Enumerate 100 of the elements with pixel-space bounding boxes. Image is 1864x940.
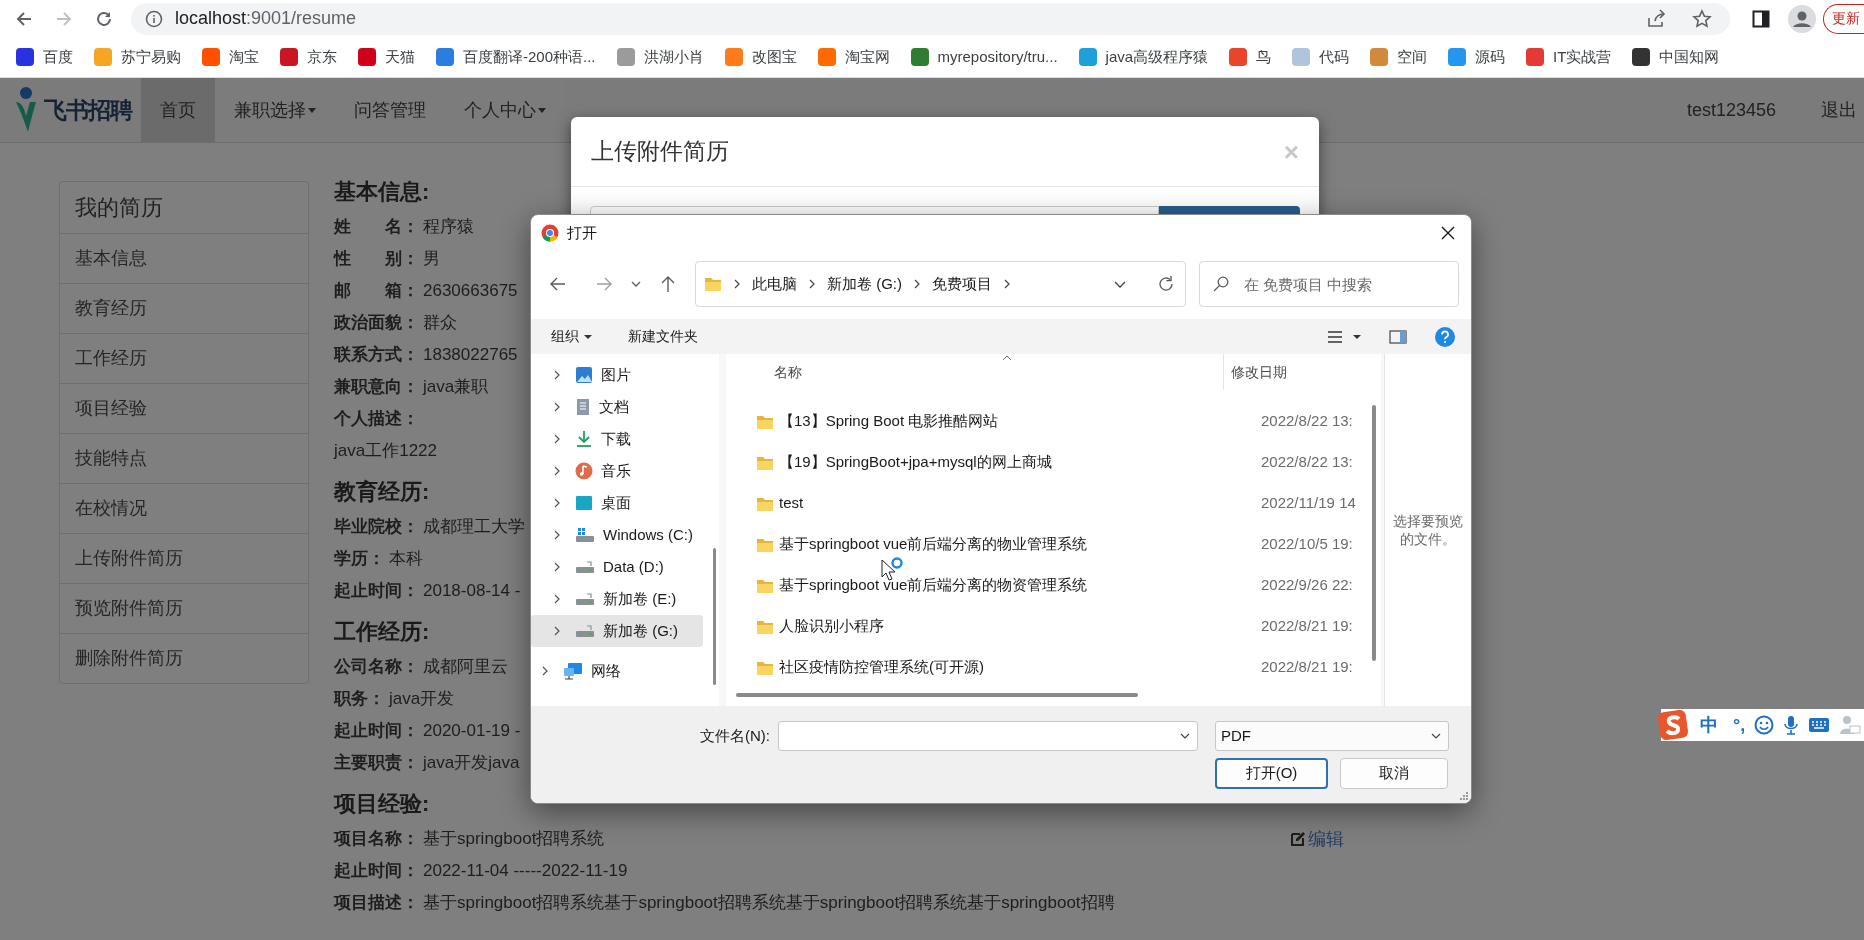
chevron-right-icon[interactable] (553, 498, 561, 508)
microphone-icon[interactable] (1783, 715, 1800, 735)
column-header[interactable]: 名称 (726, 361, 1223, 383)
logout-link[interactable]: 退出 (1821, 78, 1864, 142)
file-row[interactable]: test 2022/11/19 14 (726, 483, 1381, 524)
chevron-right-icon[interactable] (553, 402, 561, 412)
column-header[interactable]: 修改日期 (1223, 354, 1381, 390)
organize-button[interactable]: 组织 (551, 326, 592, 347)
bookmark[interactable]: 苏宁易购 (94, 45, 181, 69)
sidebar-item[interactable]: 上传附件简历 (60, 533, 308, 583)
breadcrumb[interactable]: 新加卷 (G:) (827, 272, 902, 296)
tree-item[interactable]: 下载 (531, 423, 703, 455)
file-name: test (779, 493, 805, 514)
file-row[interactable]: 基于springboot vue前后端分离的物业管理系统 2022/10/5 19: (726, 524, 1381, 565)
list-view-icon[interactable] (1327, 329, 1343, 344)
username-link[interactable]: test123456 (1686, 78, 1776, 142)
dialog-button[interactable]: 打开(O) (1215, 758, 1328, 789)
bookmark[interactable]: 鸟 (1229, 45, 1272, 69)
scrollbar-thumb[interactable] (1372, 405, 1376, 661)
resize-grip-icon[interactable] (1459, 791, 1469, 801)
sidebar-icon[interactable] (1752, 9, 1770, 28)
bookmark[interactable]: myrepository/tru... (910, 45, 1058, 69)
input-mode[interactable]: 中 (1700, 711, 1718, 739)
filename-field[interactable] (778, 721, 1198, 751)
sidebar-item[interactable]: 预览附件简历 (60, 583, 308, 633)
bookmark[interactable]: 改图宝 (724, 45, 797, 69)
file-row[interactable]: 【13】Spring Boot 电影推酷网站 2022/8/22 13: (726, 401, 1381, 442)
sidebar-item[interactable]: 在校情况 (60, 483, 308, 533)
drive-icon (575, 623, 595, 639)
tree-item[interactable]: 新加卷 (E:) (531, 583, 703, 615)
dialog-button[interactable]: 取消 (1340, 758, 1448, 789)
bookmark[interactable]: 淘宝 (202, 45, 259, 69)
tree-item[interactable]: 桌面 (531, 487, 703, 519)
bookmark[interactable]: 百度 (16, 45, 73, 69)
file-type-select[interactable]: PDF (1215, 721, 1449, 751)
share-icon[interactable] (1646, 8, 1666, 29)
chevron-right-icon[interactable] (553, 626, 561, 636)
sidebar-item[interactable]: 技能特点 (60, 433, 308, 483)
sidebar-item[interactable]: 基本信息 (60, 233, 308, 283)
file-row[interactable]: 人脸识别小程序 2022/8/21 19: (726, 606, 1381, 647)
scrollbar-thumb[interactable] (736, 693, 1138, 697)
file-row[interactable]: 社区疫情防控管理系统(可开源) 2022/8/21 19: (726, 647, 1381, 688)
music-icon (575, 462, 593, 480)
profile-icon[interactable] (1788, 4, 1816, 33)
field-value: java开发 (389, 688, 455, 711)
breadcrumb[interactable]: 免费项目 (932, 272, 992, 296)
chevron-right-icon[interactable] (553, 530, 561, 540)
ime-logo-icon[interactable] (1657, 709, 1691, 741)
new-folder-button[interactable]: 新建文件夹 (628, 326, 698, 347)
bookmark[interactable]: 淘宝网 (817, 45, 890, 69)
file-name: 【13】Spring Boot 电影推酷网站 (779, 411, 1000, 432)
bookmark[interactable]: 百度翻译-200种语... (436, 45, 596, 69)
modified-date: 2022/11/19 14 (1261, 493, 1356, 514)
punctuation-mode[interactable]: °, (1733, 711, 1746, 739)
sidebar-item[interactable]: 教育经历 (60, 283, 308, 333)
chevron-right-icon[interactable] (553, 562, 561, 572)
tree-item[interactable]: 新加卷 (G:) (531, 615, 703, 647)
bookmark[interactable]: 京东 (280, 45, 337, 69)
scrollbar-thumb[interactable] (712, 548, 716, 685)
tree-item[interactable]: Data (D:) (531, 551, 703, 583)
field-label: 起止时间： (334, 860, 419, 883)
sidebar-item[interactable]: 工作经历 (60, 333, 308, 383)
bookmark[interactable]: java高级程序猿 (1078, 45, 1209, 69)
bookmark[interactable]: IT实战营 (1526, 45, 1612, 69)
help-icon[interactable] (1435, 326, 1455, 347)
chevron-right-icon[interactable] (553, 370, 561, 380)
address-bar[interactable]: localhost:9001/resume (131, 2, 1730, 35)
refresh-icon[interactable] (1157, 275, 1175, 293)
bookmark[interactable]: 中国知网 (1632, 45, 1720, 69)
sidebar-item[interactable]: 删除附件简历 (60, 633, 308, 683)
bookmark[interactable]: 天猫 (358, 45, 415, 69)
preview-pane-icon[interactable] (1389, 329, 1407, 344)
file-row[interactable]: 【19】SpringBoot+jpa+mysql的网上商城 2022/8/22 13: (726, 442, 1381, 483)
tree-item[interactable]: Windows (C:) (531, 519, 703, 551)
bookmark[interactable]: 代码 (1292, 45, 1350, 69)
chevron-right-icon[interactable] (553, 466, 561, 476)
bookmark[interactable]: 洪湖小肖 (616, 45, 704, 69)
breadcrumb[interactable]: 此电脑 (752, 272, 797, 296)
info-icon[interactable] (145, 9, 163, 28)
tree-item[interactable]: 网络 (531, 655, 703, 687)
star-icon[interactable] (1692, 8, 1712, 29)
field-label: 姓 名： (334, 216, 419, 239)
file-row[interactable]: 基于springboot vue前后端分离的物资管理系统 2022/9/26 22: (726, 565, 1381, 606)
field-value: 2630663675 (423, 280, 518, 303)
tree-item[interactable]: 文档 (531, 391, 703, 423)
chevron-right-icon[interactable] (553, 434, 561, 444)
smiley-icon[interactable] (1754, 715, 1775, 735)
tree-item[interactable]: 图片 (531, 359, 703, 391)
keyboard-icon[interactable] (1808, 717, 1831, 733)
address-field[interactable]: 此电脑 新加卷 (G:) 免费项目 (695, 261, 1186, 307)
chevron-right-icon[interactable] (553, 594, 561, 604)
sidebar-item[interactable]: 项目经验 (60, 383, 308, 433)
chevron-right-icon[interactable] (541, 666, 549, 676)
search-field[interactable]: 在 免费项目 中搜索 (1199, 261, 1459, 307)
bookmark[interactable]: 源码 (1448, 45, 1506, 69)
section-title: 工作经历: (334, 617, 430, 646)
field-label: 项目名称： (334, 828, 419, 851)
tree-item[interactable]: 音乐 (531, 455, 703, 487)
document-icon (575, 398, 591, 416)
bookmark[interactable]: 空间 (1370, 45, 1428, 69)
